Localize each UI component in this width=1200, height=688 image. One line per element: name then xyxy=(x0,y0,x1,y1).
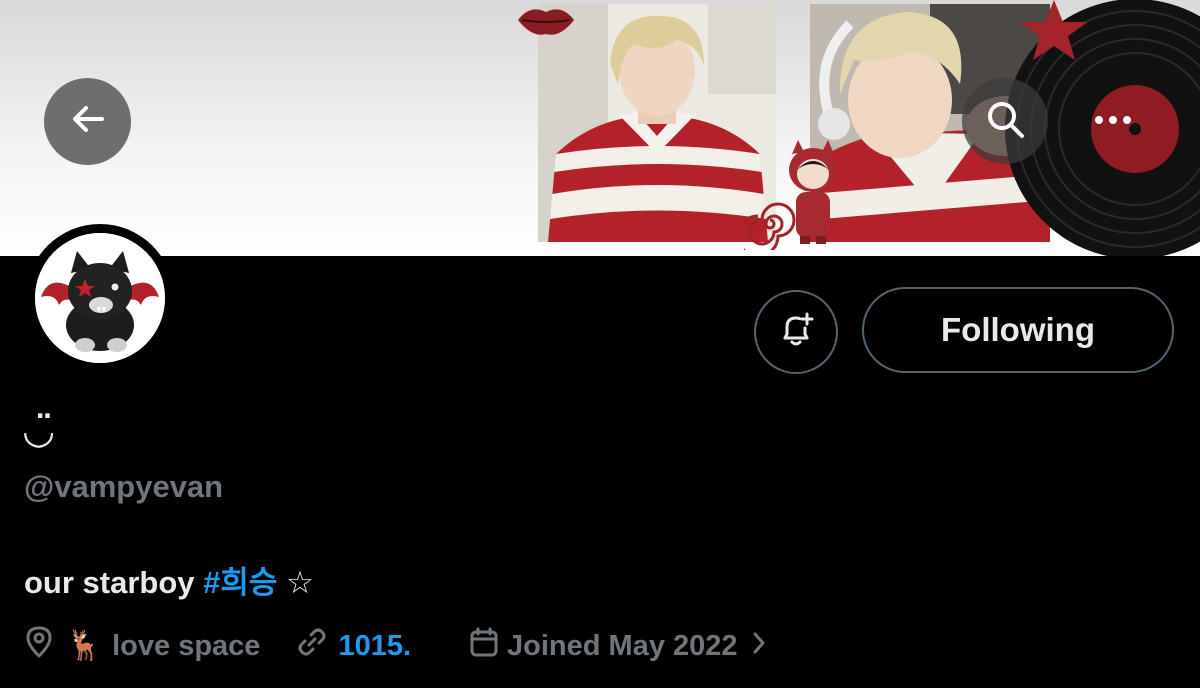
avatar-image xyxy=(35,233,165,363)
website[interactable]: 1015. xyxy=(296,626,411,666)
arrow-left-icon xyxy=(68,99,108,144)
location-text: love space xyxy=(112,629,261,662)
join-date-text: Joined May 2022 xyxy=(507,629,738,662)
notifications-toggle-button[interactable] xyxy=(754,290,838,374)
doll-sticker xyxy=(782,140,844,244)
bio-text: our starboy xyxy=(24,565,195,600)
username: @vampyevan xyxy=(24,469,224,504)
profile-meta-row: 🦌 love space 1015. Joined May 2022 xyxy=(24,624,766,668)
back-button[interactable] xyxy=(44,78,131,165)
location-pin-icon xyxy=(24,625,54,667)
link-icon xyxy=(296,626,328,666)
location-emoji: 🦌 xyxy=(66,630,103,662)
star-sticker xyxy=(1012,0,1096,62)
bio-star-symbol: ☆ xyxy=(286,565,314,600)
website-link[interactable]: 1015. xyxy=(338,630,411,663)
following-button[interactable]: Following xyxy=(862,287,1174,373)
chevron-right-icon xyxy=(752,630,766,663)
profile-avatar[interactable] xyxy=(26,224,174,372)
bio-hashtag-link[interactable]: #희승 xyxy=(203,565,277,600)
search-button[interactable] xyxy=(962,78,1048,164)
search-icon xyxy=(984,98,1026,145)
location: 🦌 love space xyxy=(24,625,260,667)
bio: our starboy #희승 ☆ xyxy=(24,557,314,602)
lips-sticker xyxy=(514,0,578,40)
calendar-icon xyxy=(469,626,499,666)
more-horizontal-icon xyxy=(1093,112,1133,130)
bell-plus-icon xyxy=(776,310,816,355)
profile-banner xyxy=(0,0,1200,256)
display-name: ◡̈ xyxy=(24,410,54,452)
join-date[interactable]: Joined May 2022 xyxy=(469,626,766,666)
more-button[interactable] xyxy=(1070,78,1156,164)
